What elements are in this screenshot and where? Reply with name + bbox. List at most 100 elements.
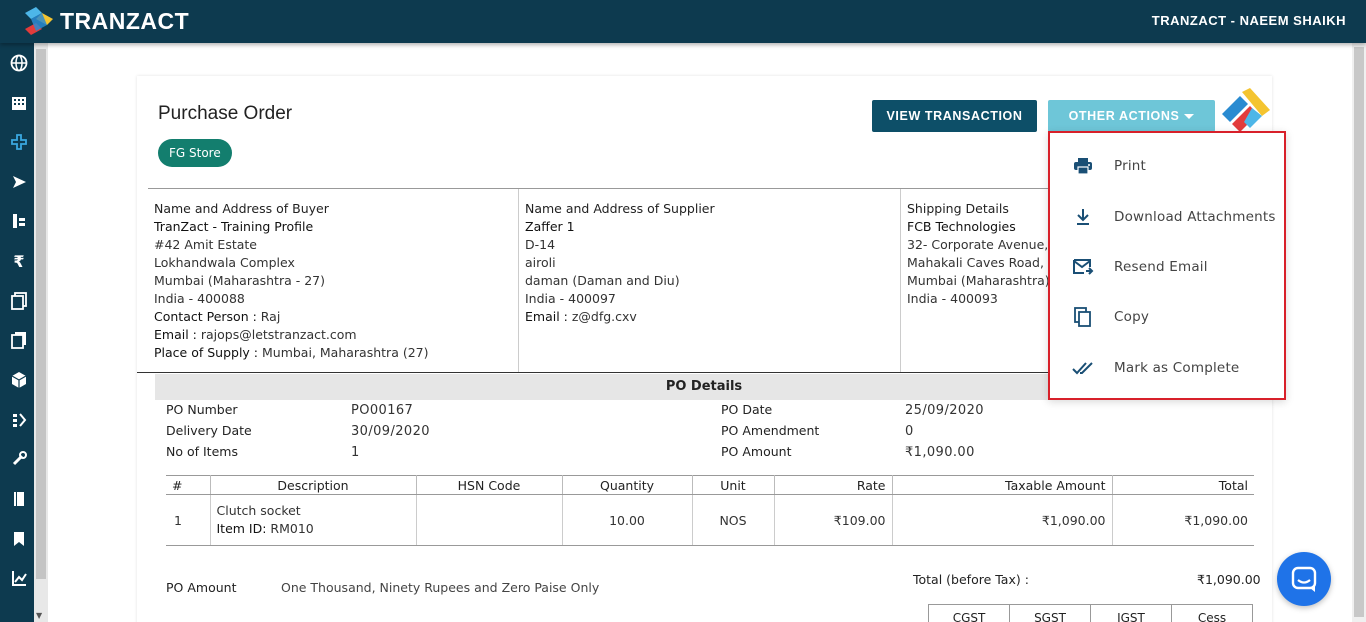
supplier-name: Zaffer 1 [525,219,575,234]
top-bar: TRANZACT TRANZACT - NAEEM SHAIKH [0,0,1366,43]
row-item-id: Item ID: RM010 [217,520,410,538]
tranzact-mark-icon [1222,88,1270,132]
sidebar-scrollbar-thumb[interactable] [36,49,46,579]
send-icon[interactable] [9,172,29,192]
po-amendment-value: 0 [905,424,914,439]
items-count-value: 1 [351,445,360,460]
other-actions-button[interactable]: OTHER ACTIONS [1048,100,1215,132]
rupee-icon[interactable]: ₹ [9,251,29,271]
reports-icon[interactable] [9,410,29,430]
tools-icon[interactable] [9,449,29,469]
buyer-contact: Contact Person : Raj [154,308,512,326]
sidebar-scrollbar[interactable]: ▼ [34,43,48,622]
page-scrollbar-thumb[interactable] [1354,47,1364,617]
globe-icon[interactable] [9,53,29,73]
supplier-email-value: z@dfg.cxv [567,309,637,324]
building-icon[interactable] [9,93,29,113]
chat-button[interactable] [1277,552,1331,606]
supplier-email-label: Email : [525,309,568,324]
col-rate: Rate [773,475,893,495]
tax-col-cess: Cess [1197,611,1227,622]
book-icon[interactable] [9,489,29,509]
supplier-email: Email : z@dfg.cxv [525,308,894,326]
buyer-address: Name and Address of Buyer TranZact - Tra… [148,189,519,373]
menu-item-mark-complete[interactable]: Mark as Complete [1050,348,1284,388]
table-row: 1 Clutch socket Item ID: RM010 10.00 NOS… [166,494,1254,546]
supplier-address: Name and Address of Supplier Zaffer 1 D-… [519,189,901,373]
page-title: Purchase Order [158,103,293,124]
caret-down-icon [1184,114,1195,120]
col-description: Description [209,475,417,495]
buyer-line4: India - 400088 [154,291,245,306]
printer-icon [1072,155,1094,177]
row-total: ₹1,090.00 [1111,494,1254,546]
total-before-tax-label: Total (before Tax) : [913,572,1029,587]
buyer-supply-value: Mumbai, Maharashtra (27) [258,345,429,360]
user-menu[interactable]: TRANZACT - NAEEM SHAIKH [1152,13,1346,28]
sidebar: ₹ [0,43,34,622]
double-check-icon [1072,357,1094,379]
menu-item-print[interactable]: Print [1050,146,1284,186]
row-description: Clutch socket Item ID: RM010 [209,494,417,546]
email-forward-icon [1072,256,1094,278]
other-actions-label: OTHER ACTIONS [1068,109,1180,123]
buyer-name: TranZact - Training Profile [154,219,314,234]
brand-logo[interactable]: TRANZACT [22,6,189,36]
po-number-value: PO00167 [351,403,414,418]
analytics-icon[interactable] [9,568,29,588]
chat-icon [1291,566,1317,592]
box-icon[interactable] [9,370,29,390]
total-before-tax-value: ₹1,090.00 [1197,572,1261,587]
row-hsn [415,494,563,546]
supplier-line3: daman (Daman and Diu) [525,273,680,288]
menu-item-copy-label: Copy [1114,309,1150,325]
menu-item-resend-label: Resend Email [1114,259,1208,275]
supplier-line4: India - 400097 [525,291,616,306]
col-quantity: Quantity [561,475,693,495]
col-number: # [166,475,211,495]
po-date-label: PO Date [721,402,773,417]
page-scrollbar[interactable] [1352,43,1366,622]
store-badge: FG Store [158,139,232,167]
plus-icon[interactable] [9,132,29,152]
table-header-row: # Description HSN Code Quantity Unit Rat… [166,475,1254,495]
buyer-line2: Lokhandwala Complex [154,255,295,270]
brand-name: TRANZACT [60,7,190,34]
buyer-email: Email : rajops@letstranzact.com [154,326,512,344]
tax-col-sgst: SGST [1010,605,1091,622]
scroll-down-arrow-icon[interactable]: ▼ [36,611,42,620]
supplier-line1: D-14 [525,237,556,252]
menu-item-download-attachments[interactable]: Download Attachments [1050,197,1284,237]
summary-amount-label: PO Amount [166,580,237,595]
po-amendment-label: PO Amendment [721,423,820,438]
other-actions-menu: Print Download Attachments Resend Email … [1048,131,1286,400]
row-taxable: ₹1,090.00 [891,494,1113,546]
documents-icon[interactable] [9,291,29,311]
delivery-date-value: 30/09/2020 [351,424,430,439]
menu-item-resend-email[interactable]: Resend Email [1050,247,1284,287]
po-number-label: PO Number [166,402,238,417]
buyer-line3: Mumbai (Maharashtra - 27) [154,273,326,288]
po-amount-label: PO Amount [721,444,792,459]
view-transaction-button[interactable]: VIEW TRANSACTION [872,100,1037,132]
bookmark-icon[interactable] [9,529,29,549]
row-unit: NOS [691,494,775,546]
supplier-heading: Name and Address of Supplier [525,201,715,216]
row-number: 1 [166,494,211,546]
buyer-email-value: rajops@letstranzact.com [196,327,357,342]
menu-item-download-label: Download Attachments [1114,209,1276,225]
buyer-supply: Place of Supply : Mumbai, Maharashtra (2… [154,344,512,362]
copy-icon [1072,306,1094,328]
buyer-email-label: Email : [154,327,197,342]
menu-item-mark-complete-label: Mark as Complete [1114,360,1240,376]
col-taxable: Taxable Amount [891,475,1113,495]
menu-item-copy[interactable]: Copy [1050,297,1284,337]
files-icon[interactable] [9,330,29,350]
row-item-name: Clutch socket [216,503,301,518]
col-hsn: HSN Code [415,475,563,495]
ledger-icon[interactable] [9,211,29,231]
delivery-date-label: Delivery Date [166,423,252,438]
row-rate: ₹109.00 [773,494,893,546]
download-icon [1072,206,1094,228]
col-total: Total [1111,475,1254,495]
